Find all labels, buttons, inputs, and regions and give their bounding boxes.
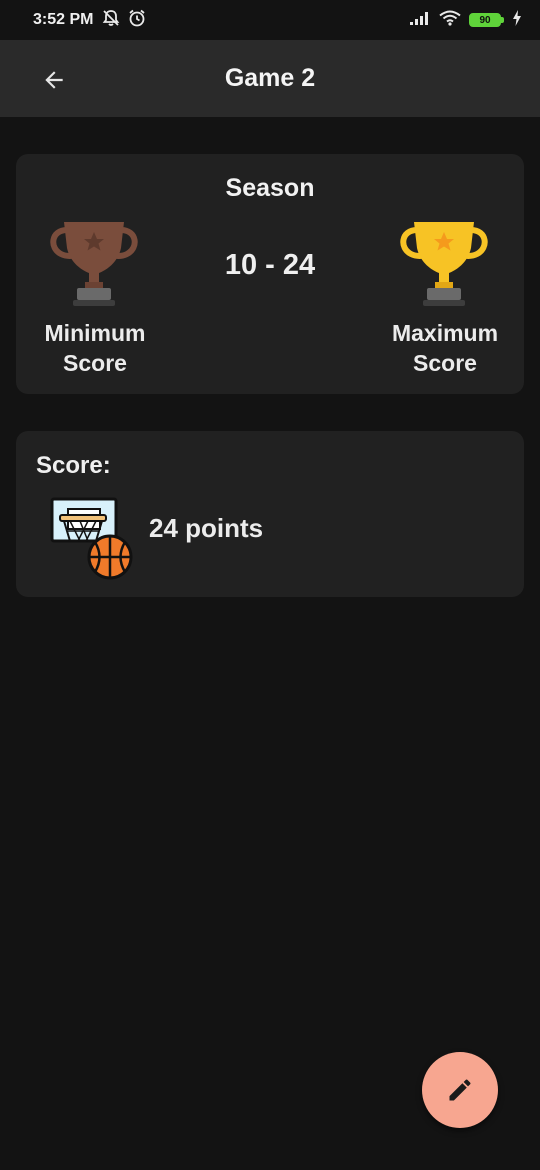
signal-icon bbox=[409, 10, 431, 31]
season-card: Season 10 - 24 Minimum Score Maximum Sco… bbox=[16, 154, 524, 394]
maximum-score-label: Maximum Score bbox=[365, 318, 525, 378]
minimum-score-label-line2: Score bbox=[63, 350, 127, 376]
score-card: Score: 24 points bbox=[16, 431, 524, 597]
minimum-score-label-line1: Minimum bbox=[44, 320, 146, 346]
charging-icon bbox=[512, 9, 522, 31]
battery-percent: 90 bbox=[479, 14, 491, 26]
score-heading: Score: bbox=[36, 452, 111, 479]
basketball-hoop-icon bbox=[50, 497, 133, 580]
app-bar: Game 2 bbox=[0, 40, 540, 117]
alarm-icon bbox=[127, 8, 147, 33]
mute-notifications-icon bbox=[101, 8, 121, 33]
status-bar: 3:52 PM 90 bbox=[0, 0, 540, 40]
status-left-icons bbox=[101, 8, 147, 33]
maximum-score-label-line1: Maximum bbox=[391, 320, 499, 346]
status-right-icons: 90 bbox=[409, 9, 522, 31]
battery-tip bbox=[501, 17, 504, 23]
minimum-score-label: Minimum Score bbox=[15, 318, 175, 378]
wifi-icon bbox=[439, 10, 461, 31]
page-title: Game 2 bbox=[224, 64, 316, 92]
battery-level: 90 bbox=[469, 13, 501, 27]
status-time: 3:52 PM bbox=[33, 11, 94, 28]
season-title: Season bbox=[225, 174, 315, 202]
arrow-back-icon bbox=[45, 71, 63, 89]
back-button[interactable] bbox=[40, 66, 68, 94]
edit-pencil-icon bbox=[449, 1079, 471, 1101]
battery-icon: 90 bbox=[469, 13, 504, 27]
gold-trophy-icon bbox=[400, 222, 488, 306]
edit-fab-button[interactable] bbox=[422, 1052, 498, 1128]
score-points: 24 points bbox=[149, 513, 264, 543]
maximum-score-label-line2: Score bbox=[413, 350, 477, 376]
